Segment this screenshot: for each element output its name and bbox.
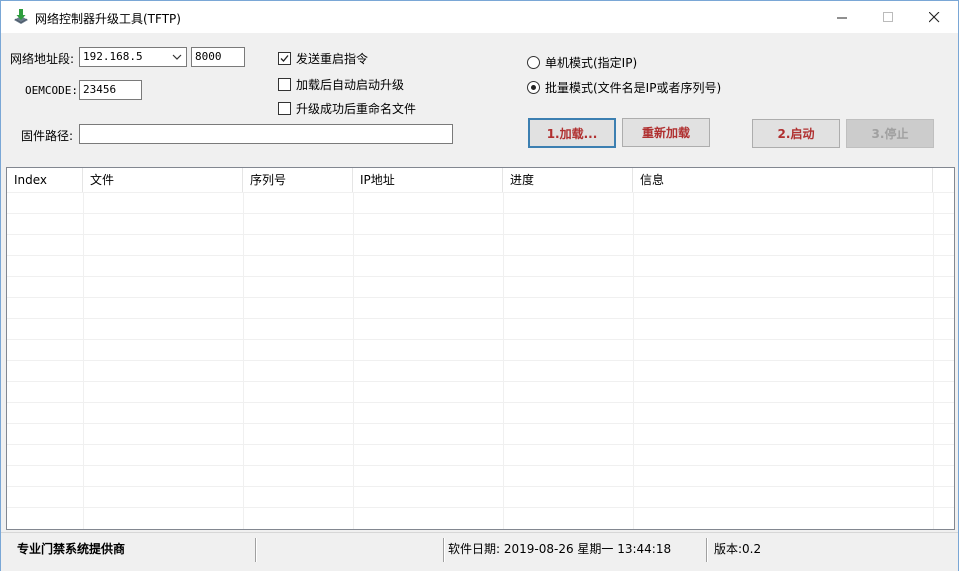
- column-divider: [633, 192, 634, 529]
- checkbox-box: [278, 52, 291, 65]
- column-divider: [83, 192, 84, 529]
- port-value: 8000: [195, 50, 222, 63]
- vendor-text: 专业门禁系统提供商: [17, 542, 126, 556]
- single-mode-label: 单机模式(指定IP): [545, 56, 638, 70]
- firmware-path-label: 固件路径:: [21, 129, 74, 143]
- column-file[interactable]: 文件: [83, 168, 243, 192]
- batch-mode-label: 批量模式(文件名是IP或者序列号): [545, 81, 722, 95]
- download-arrow-icon: [14, 9, 28, 24]
- column-serial[interactable]: 序列号: [243, 168, 353, 192]
- oemcode-label: OEMCODE:: [25, 84, 78, 97]
- status-separator: [443, 538, 444, 562]
- table-row: [7, 444, 954, 465]
- radio-circle: [527, 56, 540, 69]
- table-row: [7, 297, 954, 318]
- column-divider: [243, 192, 244, 529]
- stop-button[interactable]: 3.停止: [846, 119, 934, 148]
- firmware-path-field[interactable]: [79, 124, 453, 144]
- app-window: 网络控制器升级工具(TFTP) 网络地址段: 192.168.5 8000 OE…: [0, 0, 959, 571]
- table-row: [7, 423, 954, 444]
- maximize-button[interactable]: [865, 1, 911, 33]
- table-row: [7, 381, 954, 402]
- rename-after-label: 升级成功后重命名文件: [296, 102, 417, 116]
- column-progress[interactable]: 进度: [503, 168, 633, 192]
- column-divider: [353, 192, 354, 529]
- checkbox-box: [278, 102, 291, 115]
- checkmark-icon: [280, 55, 289, 62]
- send-reboot-label: 发送重启指令: [296, 52, 369, 66]
- window-title: 网络控制器升级工具(TFTP): [35, 12, 181, 26]
- checkbox-box: [278, 78, 291, 91]
- table-row: [7, 192, 954, 213]
- batch-mode-radio[interactable]: 批量模式(文件名是IP或者序列号): [527, 79, 721, 96]
- software-date-text: 软件日期: 2019-08-26 星期一 13:44:18: [448, 542, 672, 556]
- table-row: [7, 234, 954, 255]
- device-table[interactable]: Index 文件 序列号 IP地址 进度 信息: [6, 167, 955, 530]
- table-row: [7, 255, 954, 276]
- status-separator: [255, 538, 256, 562]
- load-button[interactable]: 1.加载...: [528, 118, 616, 148]
- minimize-button[interactable]: [819, 1, 865, 33]
- minimize-icon: [836, 17, 847, 18]
- radio-dot: [531, 85, 536, 90]
- table-row: [7, 318, 954, 339]
- table-row: [7, 465, 954, 486]
- network-label: 网络地址段:: [10, 52, 75, 66]
- port-field[interactable]: 8000: [191, 47, 245, 67]
- title-bar: 网络控制器升级工具(TFTP): [1, 1, 958, 33]
- send-reboot-checkbox[interactable]: 发送重启指令: [278, 50, 368, 67]
- oemcode-field[interactable]: 23456: [79, 80, 142, 100]
- column-divider: [933, 192, 934, 529]
- version-text: 版本:0.2: [714, 542, 762, 556]
- reload-button[interactable]: 重新加载: [622, 118, 710, 147]
- chevron-down-icon: [172, 54, 182, 60]
- table-row: [7, 213, 954, 234]
- table-row: [7, 360, 954, 381]
- table-row: [7, 276, 954, 297]
- radio-circle: [527, 81, 540, 94]
- table-row: [7, 486, 954, 507]
- oemcode-value: 23456: [83, 83, 117, 96]
- table-row: [7, 507, 954, 528]
- status-bar: 专业门禁系统提供商 软件日期: 2019-08-26 星期一 13:44:18 …: [1, 532, 958, 571]
- auto-start-checkbox[interactable]: 加载后自动启动升级: [278, 76, 404, 93]
- close-icon: [928, 11, 939, 22]
- column-ip[interactable]: IP地址: [353, 168, 503, 192]
- column-divider: [503, 192, 504, 529]
- auto-start-label: 加载后自动启动升级: [296, 78, 405, 92]
- column-index[interactable]: Index: [7, 168, 83, 192]
- table-row: [7, 402, 954, 423]
- close-button[interactable]: [911, 1, 957, 33]
- start-button[interactable]: 2.启动: [752, 119, 840, 148]
- table-row: [7, 339, 954, 360]
- maximize-icon: [882, 11, 893, 22]
- table-header: Index 文件 序列号 IP地址 进度 信息: [7, 168, 954, 192]
- single-mode-radio[interactable]: 单机模式(指定IP): [527, 54, 637, 71]
- network-address-value: 192.168.5: [83, 50, 143, 63]
- status-separator: [706, 538, 707, 562]
- rename-after-checkbox[interactable]: 升级成功后重命名文件: [278, 100, 416, 117]
- column-info[interactable]: 信息: [633, 168, 933, 192]
- network-address-combo[interactable]: 192.168.5: [79, 47, 187, 67]
